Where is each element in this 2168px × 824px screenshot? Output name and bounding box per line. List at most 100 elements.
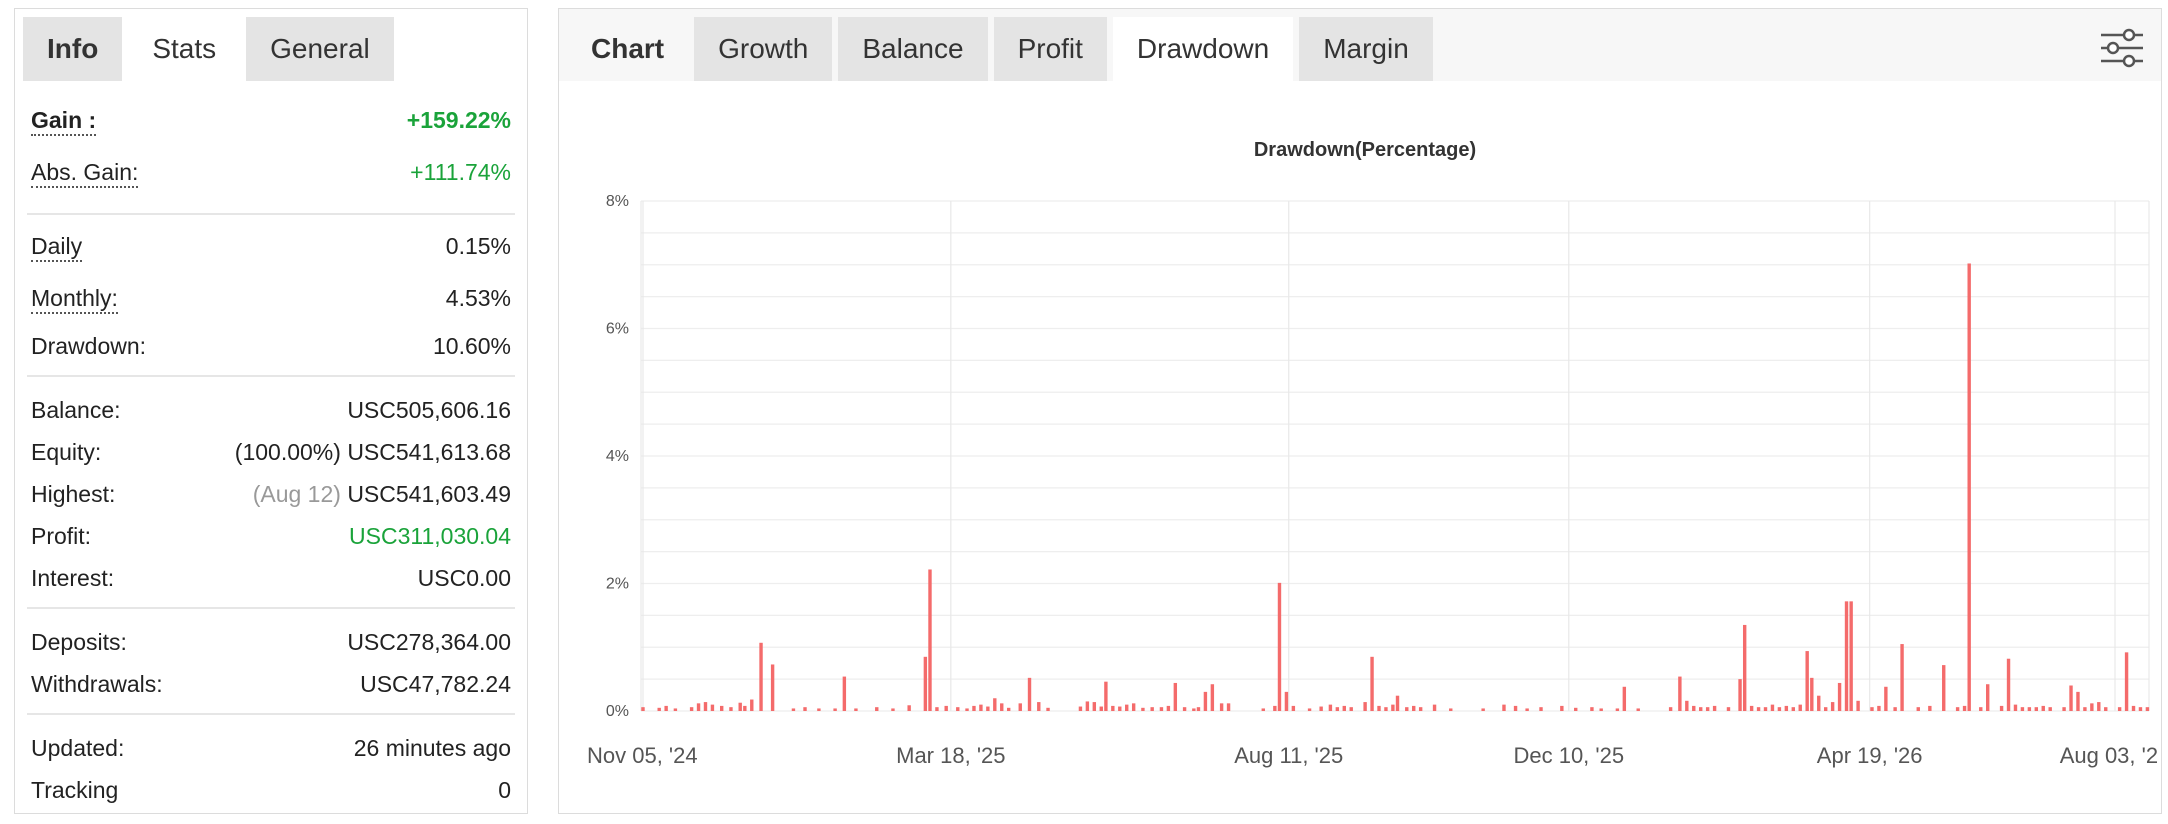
tab-drawdown[interactable]: Drawdown xyxy=(1112,17,1294,81)
drawdown-bar[interactable] xyxy=(2097,702,2101,711)
drawdown-bar[interactable] xyxy=(1141,707,1145,711)
drawdown-bar[interactable] xyxy=(657,707,661,711)
drawdown-bar[interactable] xyxy=(1817,695,1821,711)
drawdown-bar[interactable] xyxy=(833,708,837,711)
drawdown-bar[interactable] xyxy=(1805,651,1809,711)
drawdown-bar[interactable] xyxy=(1539,707,1543,711)
drawdown-bar[interactable] xyxy=(2076,691,2080,711)
drawdown-bar[interactable] xyxy=(1986,684,1990,711)
drawdown-bar[interactable] xyxy=(1192,708,1196,711)
drawdown-bar[interactable] xyxy=(1027,677,1032,711)
drawdown-bar[interactable] xyxy=(738,702,742,711)
drawdown-bar[interactable] xyxy=(1131,703,1136,711)
drawdown-bar[interactable] xyxy=(759,642,763,711)
drawdown-bar[interactable] xyxy=(817,708,821,711)
drawdown-bar[interactable] xyxy=(1849,601,1853,711)
drawdown-bar[interactable] xyxy=(1342,705,1346,711)
drawdown-bar[interactable] xyxy=(956,707,960,711)
drawdown-bar[interactable] xyxy=(1513,705,1518,711)
drawdown-bar[interactable] xyxy=(703,702,708,711)
drawdown-bar[interactable] xyxy=(696,703,701,711)
drawdown-bar[interactable] xyxy=(1363,702,1367,711)
drawdown-bar[interactable] xyxy=(1823,707,1828,711)
drawdown-bar[interactable] xyxy=(2124,652,2129,711)
drawdown-bar[interactable] xyxy=(1046,707,1050,711)
drawdown-bar[interactable] xyxy=(1830,702,1835,711)
drawdown-bar[interactable] xyxy=(1085,701,1090,711)
drawdown-bar[interactable] xyxy=(1699,707,1703,711)
drawdown-bar[interactable] xyxy=(710,704,715,711)
drawdown-bar[interactable] xyxy=(1590,707,1594,711)
drawdown-bar[interactable] xyxy=(673,708,678,711)
drawdown-bar[interactable] xyxy=(1999,705,2004,711)
drawdown-bar[interactable] xyxy=(1756,707,1761,711)
drawdown-bar[interactable] xyxy=(1284,691,1289,711)
drawdown-bar[interactable] xyxy=(1856,700,1860,711)
drawdown-bar[interactable] xyxy=(1870,707,1874,711)
drawdown-bar[interactable] xyxy=(1692,705,1696,711)
drawdown-bar[interactable] xyxy=(979,704,983,711)
drawdown-bar[interactable] xyxy=(2041,705,2045,711)
drawdown-bar[interactable] xyxy=(1078,706,1083,711)
drawdown-bar[interactable] xyxy=(965,708,969,711)
drawdown-bar[interactable] xyxy=(1712,705,1717,711)
drawdown-bar[interactable] xyxy=(986,706,990,711)
drawdown-bar[interactable] xyxy=(2013,704,2018,711)
drawdown-bar[interactable] xyxy=(2048,707,2052,711)
drawdown-bar[interactable] xyxy=(1159,707,1164,711)
drawdown-bar[interactable] xyxy=(2145,707,2150,711)
drawdown-bar[interactable] xyxy=(2083,707,2087,711)
drawdown-bar[interactable] xyxy=(1685,700,1689,711)
drawdown-bar[interactable] xyxy=(1837,682,1842,711)
drawdown-bar[interactable] xyxy=(2138,707,2143,711)
drawdown-bar[interactable] xyxy=(1749,705,1754,711)
drawdown-bar[interactable] xyxy=(1210,684,1215,711)
drawdown-bar[interactable] xyxy=(1418,707,1423,711)
drawdown-bar[interactable] xyxy=(1884,686,1888,711)
drawdown-bar[interactable] xyxy=(1449,708,1453,711)
drawdown-bar[interactable] xyxy=(2069,685,2073,712)
sliders-icon[interactable] xyxy=(2099,25,2145,71)
drawdown-bar[interactable] xyxy=(803,707,807,711)
drawdown-bar[interactable] xyxy=(1219,703,1224,711)
drawdown-bar[interactable] xyxy=(891,708,895,711)
drawdown-bar[interactable] xyxy=(1705,707,1710,711)
drawdown-bar[interactable] xyxy=(944,705,948,711)
drawdown-bar[interactable] xyxy=(1726,707,1731,711)
drawdown-bar[interactable] xyxy=(1099,706,1103,711)
monthly-label[interactable]: Monthly: xyxy=(31,285,118,314)
drawdown-bar[interactable] xyxy=(1349,707,1353,711)
tab-info[interactable]: Info xyxy=(23,17,123,81)
drawdown-bar[interactable] xyxy=(854,708,858,711)
daily-label[interactable]: Daily xyxy=(31,233,83,262)
drawdown-bar[interactable] xyxy=(875,707,879,711)
drawdown-bar[interactable] xyxy=(1377,705,1381,711)
drawdown-bar[interactable] xyxy=(1942,665,1946,711)
drawdown-bar[interactable] xyxy=(1412,705,1416,711)
drawdown-bar[interactable] xyxy=(1018,703,1022,711)
drawdown-bar[interactable] xyxy=(719,705,724,711)
drawdown-bar[interactable] xyxy=(1277,582,1282,711)
drawdown-bar[interactable] xyxy=(1000,703,1004,711)
drawdown-bar[interactable] xyxy=(972,705,976,711)
tab-general[interactable]: General xyxy=(246,17,394,81)
drawdown-bar[interactable] xyxy=(1370,656,1374,711)
drawdown-bar[interactable] xyxy=(1319,706,1323,711)
drawdown-bar[interactable] xyxy=(928,569,932,711)
drawdown-bar[interactable] xyxy=(1006,707,1011,711)
drawdown-bar[interactable] xyxy=(1196,707,1201,711)
drawdown-bar[interactable] xyxy=(1432,704,1437,711)
drawdown-bar[interactable] xyxy=(1742,624,1747,711)
drawdown-bar[interactable] xyxy=(1111,705,1115,711)
drawdown-bar[interactable] xyxy=(1979,707,1983,711)
drawdown-bar[interactable] xyxy=(1955,707,1960,711)
drawdown-bar[interactable] xyxy=(842,676,847,711)
drawdown-bar[interactable] xyxy=(1150,707,1154,711)
drawdown-bar[interactable] xyxy=(2034,707,2039,711)
drawdown-bar[interactable] xyxy=(1763,707,1768,711)
drawdown-bar[interactable] xyxy=(1203,691,1208,711)
drawdown-bar[interactable] xyxy=(1574,707,1578,711)
drawdown-bar[interactable] xyxy=(2020,707,2025,711)
drawdown-bar[interactable] xyxy=(1560,705,1564,711)
abs-gain-label[interactable]: Abs. Gain: xyxy=(31,159,139,188)
